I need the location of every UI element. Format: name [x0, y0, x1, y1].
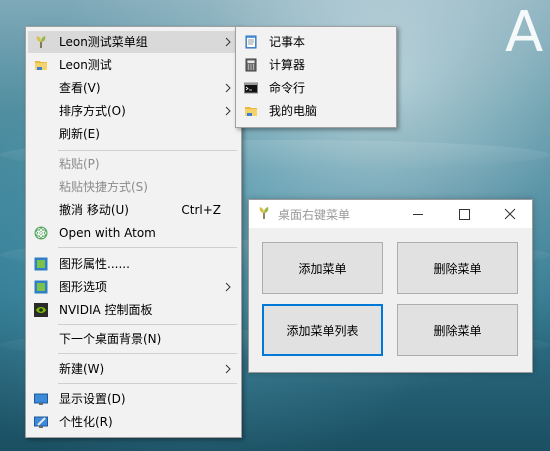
personalize-icon [34, 416, 48, 428]
submenu-item-label: 记事本 [269, 35, 306, 49]
close-icon [504, 208, 516, 220]
atom-icon [34, 226, 48, 240]
leon-app-icon [36, 36, 46, 48]
window-title: 桌面右键菜单 [278, 208, 351, 222]
desktop-menu-window: 桌面右键菜单 添加菜单 删除菜单 添加菜单列表 删除菜单 [248, 199, 533, 373]
menu-item-label: 撤消 移动(U) [59, 203, 129, 217]
menu-item-nvidia-control-panel[interactable]: NVIDIA 控制面板 [28, 299, 239, 321]
display-icon [34, 393, 48, 405]
menu-item-label: 粘贴快捷方式(S) [59, 180, 148, 194]
close-button[interactable] [487, 200, 533, 228]
menu-item-label: 下一个桌面背景(N) [59, 332, 162, 346]
submenu-item-label: 命令行 [269, 81, 306, 95]
add-menu-button[interactable]: 添加菜单 [262, 242, 383, 294]
menu-separator [58, 150, 237, 151]
desktop-partial-text: A [505, 0, 546, 65]
menu-item-personalize[interactable]: 个性化(R) [28, 411, 239, 433]
menu-item-view[interactable]: 查看(V) [28, 77, 239, 99]
intel-graphics-icon [34, 257, 48, 271]
menu-item-display-settings[interactable]: 显示设置(D) [28, 388, 239, 410]
submenu-item-notepad[interactable]: 记事本 [238, 31, 394, 53]
menu-item-label: 排序方式(O) [59, 104, 126, 118]
menu-item-label: 粘贴(P) [59, 157, 100, 171]
calculator-icon [245, 58, 257, 72]
submenu-item-command-line[interactable]: 命令行 [238, 77, 394, 99]
add-menu-list-button[interactable]: 添加菜单列表 [262, 304, 383, 356]
window-titlebar[interactable]: 桌面右键菜单 [249, 200, 532, 228]
menu-separator [58, 353, 237, 354]
menu-separator [58, 324, 237, 325]
menu-item-label: 图形选项 [59, 280, 108, 294]
menu-item-leon-group[interactable]: Leon测试菜单组 [28, 31, 239, 53]
menu-item-graphics-properties[interactable]: 图形属性...... [28, 253, 239, 275]
menu-item-sort-by[interactable]: 排序方式(O) [28, 100, 239, 122]
notepad-icon [245, 35, 257, 49]
desktop-context-menu: Leon测试菜单组 Leon测试 查看(V) 排序方式(O) 刷新(E) 粘贴(… [25, 26, 242, 438]
menu-item-label: Open with Atom [59, 226, 156, 240]
menu-item-leon-test[interactable]: Leon测试 [28, 54, 239, 76]
menu-item-label: Leon测试 [59, 58, 112, 72]
menu-item-label: 显示设置(D) [59, 392, 126, 406]
minimize-icon [413, 214, 423, 215]
submenu-item-label: 计算器 [269, 58, 306, 72]
menu-item-paste: 粘贴(P) [28, 153, 239, 175]
submenu-item-calculator[interactable]: 计算器 [238, 54, 394, 76]
menu-item-label: Leon测试菜单组 [59, 35, 148, 49]
menu-item-label: 个性化(R) [59, 415, 113, 429]
menu-item-shortcut: Ctrl+Z [181, 203, 221, 217]
menu-item-graphics-options[interactable]: 图形选项 [28, 276, 239, 298]
delete-menu-button-2[interactable]: 删除菜单 [397, 304, 518, 356]
leon-app-icon [259, 207, 269, 219]
minimize-button[interactable] [395, 200, 441, 228]
folder-icon [35, 61, 47, 70]
folder-icon [245, 107, 257, 116]
chevron-right-icon [225, 282, 231, 292]
menu-item-refresh[interactable]: 刷新(E) [28, 123, 239, 145]
menu-item-new[interactable]: 新建(W) [28, 358, 239, 380]
chevron-right-icon [225, 106, 231, 116]
leon-group-submenu: 记事本 计算器 命令行 我的电脑 [235, 26, 397, 128]
maximize-icon [459, 209, 470, 220]
menu-item-label: NVIDIA 控制面板 [59, 303, 153, 317]
chevron-right-icon [225, 37, 231, 47]
chevron-right-icon [225, 83, 231, 93]
delete-menu-button[interactable]: 删除菜单 [397, 242, 518, 294]
menu-item-undo-move[interactable]: 撤消 移动(U) Ctrl+Z [28, 199, 239, 221]
submenu-item-my-computer[interactable]: 我的电脑 [238, 100, 394, 122]
nvidia-icon [34, 303, 48, 317]
menu-item-label: 新建(W) [59, 362, 105, 376]
menu-item-open-with-atom[interactable]: Open with Atom [28, 222, 239, 244]
maximize-button[interactable] [441, 200, 487, 228]
menu-item-paste-shortcut: 粘贴快捷方式(S) [28, 176, 239, 198]
menu-item-next-desktop-background[interactable]: 下一个桌面背景(N) [28, 328, 239, 350]
menu-item-label: 刷新(E) [59, 127, 100, 141]
menu-separator [58, 383, 237, 384]
menu-item-label: 查看(V) [59, 81, 101, 95]
cmd-icon [244, 82, 258, 94]
menu-separator [58, 247, 237, 248]
chevron-right-icon [225, 364, 231, 374]
submenu-item-label: 我的电脑 [269, 104, 318, 118]
intel-graphics-icon [34, 280, 48, 294]
menu-item-label: 图形属性...... [59, 257, 130, 271]
